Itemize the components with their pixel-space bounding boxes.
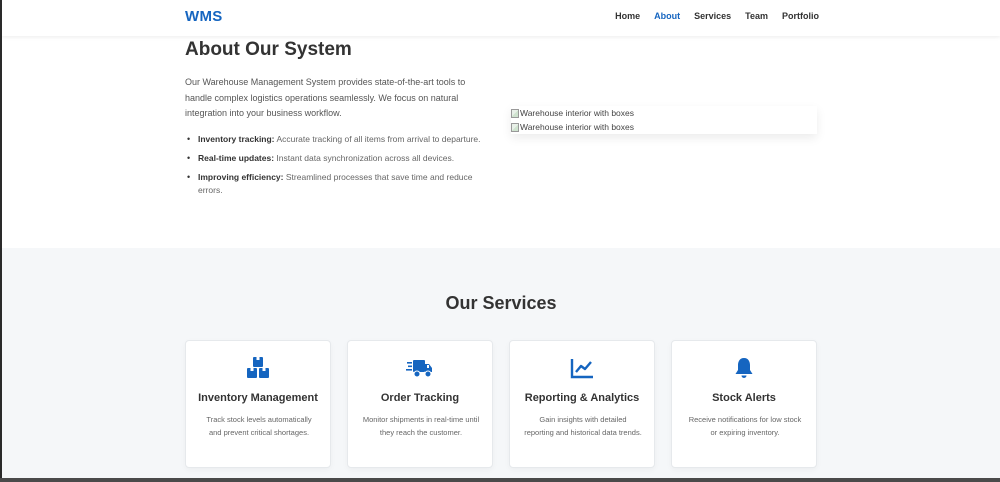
nav-services[interactable]: Services xyxy=(694,11,731,21)
card-text: Gain insights with detailed reporting an… xyxy=(524,415,642,437)
nav-about[interactable]: About xyxy=(654,11,680,21)
service-card-inventory[interactable]: Inventory Management Track stock levels … xyxy=(185,340,331,468)
card-text: Receive notifications for low stock or e… xyxy=(688,415,802,437)
window-bottom-bar xyxy=(0,478,1000,482)
about-title: About Our System xyxy=(185,39,352,60)
logo[interactable]: WMS xyxy=(185,8,223,25)
image-alt-text: Warehouse interior with boxes xyxy=(520,108,635,118)
service-card-orders[interactable]: Order Tracking Monitor shipments in real… xyxy=(347,340,493,468)
card-title: Stock Alerts xyxy=(712,392,776,404)
service-card-reporting[interactable]: Reporting & Analytics Gain insights with… xyxy=(509,340,655,468)
main-nav: Home About Services Team Portfolio xyxy=(601,11,819,21)
services-section: Our Services Inventory Management Track … xyxy=(2,248,1000,478)
nav-team[interactable]: Team xyxy=(745,11,768,21)
about-section: About Our System Our Warehouse Managemen… xyxy=(2,36,1000,248)
nav-portfolio[interactable]: Portfolio xyxy=(782,11,819,21)
card-title: Inventory Management xyxy=(198,392,318,404)
browser-viewport: WMS Home About Services Team Portfolio A… xyxy=(2,0,1000,478)
card-title: Order Tracking xyxy=(380,392,460,404)
service-card-alerts[interactable]: Stock Alerts Receive notifications for l… xyxy=(671,340,817,468)
broken-image-icon xyxy=(511,108,519,118)
broken-image-icon xyxy=(511,122,519,132)
feature-text: Instant data synchronization across all … xyxy=(276,153,455,163)
broken-image: Warehouse interior with boxes xyxy=(511,120,817,134)
broken-image: Warehouse interior with boxes xyxy=(511,106,817,120)
site-header: WMS Home About Services Team Portfolio xyxy=(2,0,1000,36)
card-text: Monitor shipments in real-time until the… xyxy=(362,415,480,437)
services-title: Our Services xyxy=(445,293,557,313)
bell-icon xyxy=(672,356,816,380)
image-alt-text: Warehouse interior with boxes xyxy=(520,122,635,132)
feature-label: Inventory tracking: xyxy=(198,134,275,144)
chart-line-icon xyxy=(510,356,654,380)
feature-label: Improving efficiency: xyxy=(198,172,284,182)
feature-text: Accurate tracking of all items from arri… xyxy=(276,134,481,144)
feature-label: Real-time updates: xyxy=(198,153,275,163)
feature-list: Inventory tracking: Accurate tracking of… xyxy=(187,133,497,203)
about-image-box: Warehouse interior with boxes Warehouse … xyxy=(511,106,817,134)
feature-item: Improving efficiency: Streamlined proces… xyxy=(187,171,497,197)
truck-fast-icon xyxy=(348,356,492,380)
card-title: Reporting & Analytics xyxy=(524,392,640,404)
feature-item: Inventory tracking: Accurate tracking of… xyxy=(187,133,497,146)
boxes-icon xyxy=(186,356,330,380)
nav-home[interactable]: Home xyxy=(615,11,640,21)
feature-item: Real-time updates: Instant data synchron… xyxy=(187,152,497,165)
about-intro: Our Warehouse Management System provides… xyxy=(185,77,466,118)
card-text: Track stock levels automatically and pre… xyxy=(206,415,312,437)
